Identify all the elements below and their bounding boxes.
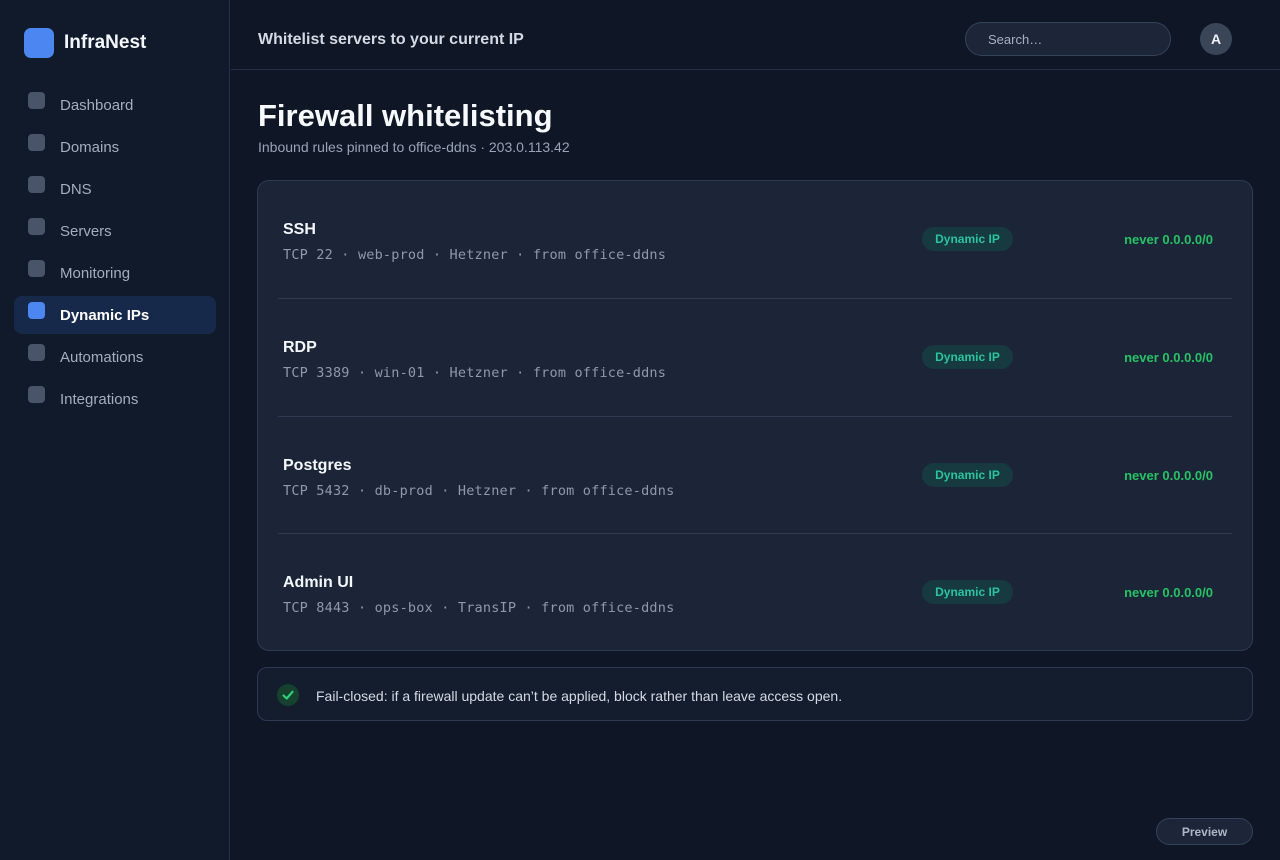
page-subtitle: Inbound rules pinned to office-ddns · 20… xyxy=(258,139,570,155)
integrations-icon xyxy=(28,386,45,403)
rule-row[interactable]: SSH TCP 22 · web-prod · Hetzner · from o… xyxy=(278,181,1232,298)
rule-name: Postgres xyxy=(283,457,352,474)
sidebar-item-dns[interactable]: DNS xyxy=(14,170,216,208)
rule-name: SSH xyxy=(283,221,316,238)
rule-row[interactable]: Postgres TCP 5432 · db-prod · Hetzner · … xyxy=(278,416,1232,533)
rules-card: SSH TCP 22 · web-prod · Hetzner · from o… xyxy=(257,180,1253,651)
domains-icon xyxy=(28,134,45,151)
fail-closed-notice: Fail-closed: if a firewall update can’t … xyxy=(257,667,1253,721)
sidebar-item-dynamic-ips[interactable]: Dynamic IPs xyxy=(14,296,216,334)
rule-status: never 0.0.0.0/0 xyxy=(1124,585,1213,600)
sidebar-item-label: Integrations xyxy=(60,390,139,408)
sidebar: InfraNest Dashboard Domains DNS Servers … xyxy=(0,0,230,860)
rule-meta: TCP 3389 · win-01 · Hetzner · from offic… xyxy=(283,365,667,381)
rule-status: never 0.0.0.0/0 xyxy=(1124,350,1213,365)
brand-logo-icon xyxy=(24,28,54,58)
dashboard-icon xyxy=(28,92,45,109)
preview-button[interactable]: Preview xyxy=(1156,818,1253,845)
rule-row[interactable]: RDP TCP 3389 · win-01 · Hetzner · from o… xyxy=(278,298,1232,415)
brand[interactable]: InfraNest xyxy=(24,28,146,58)
rule-meta: TCP 8443 · ops-box · TransIP · from offi… xyxy=(283,600,675,616)
dynamic-ip-badge: Dynamic IP xyxy=(922,227,1013,251)
header-title: Whitelist servers to your current IP xyxy=(258,31,524,48)
rule-name: Admin UI xyxy=(283,574,354,591)
dynamic-ip-badge: Dynamic IP xyxy=(922,580,1013,604)
rule-status: never 0.0.0.0/0 xyxy=(1124,232,1213,247)
page-title: Firewall whitelisting xyxy=(258,98,553,133)
top-header: Whitelist servers to your current IP A xyxy=(231,0,1280,70)
rule-meta: TCP 5432 · db-prod · Hetzner · from offi… xyxy=(283,483,675,499)
check-icon xyxy=(277,684,299,706)
sidebar-item-label: Automations xyxy=(60,348,144,366)
rule-status: never 0.0.0.0/0 xyxy=(1124,468,1213,483)
fail-closed-text: Fail-closed: if a firewall update can’t … xyxy=(316,688,843,704)
automations-icon xyxy=(28,344,45,361)
sidebar-item-label: Domains xyxy=(60,138,120,156)
sidebar-item-monitoring[interactable]: Monitoring xyxy=(14,254,216,292)
dynamic-ips-icon xyxy=(28,302,45,319)
rule-row[interactable]: Admin UI TCP 8443 · ops-box · TransIP · … xyxy=(278,533,1232,650)
servers-icon xyxy=(28,218,45,235)
sidebar-item-label: DNS xyxy=(60,180,92,198)
sidebar-item-label: Servers xyxy=(60,222,112,240)
sidebar-item-label: Dynamic IPs xyxy=(60,306,150,324)
monitoring-icon xyxy=(28,260,45,277)
sidebar-item-automations[interactable]: Automations xyxy=(14,338,216,376)
rule-meta: TCP 22 · web-prod · Hetzner · from offic… xyxy=(283,247,667,263)
dynamic-ip-badge: Dynamic IP xyxy=(922,345,1013,369)
sidebar-item-label: Dashboard xyxy=(60,96,134,114)
sidebar-item-dashboard[interactable]: Dashboard xyxy=(14,86,216,124)
avatar[interactable]: A xyxy=(1200,23,1232,55)
dns-icon xyxy=(28,176,45,193)
brand-name: InfraNest xyxy=(64,32,147,53)
search-input[interactable] xyxy=(965,22,1171,56)
dynamic-ip-badge: Dynamic IP xyxy=(922,463,1013,487)
sidebar-item-domains[interactable]: Domains xyxy=(14,128,216,166)
sidebar-item-label: Monitoring xyxy=(60,264,131,282)
sidebar-item-integrations[interactable]: Integrations xyxy=(14,380,216,418)
sidebar-nav: Dashboard Domains DNS Servers Monitoring… xyxy=(14,86,216,422)
sidebar-item-servers[interactable]: Servers xyxy=(14,212,216,250)
rule-name: RDP xyxy=(283,339,317,356)
